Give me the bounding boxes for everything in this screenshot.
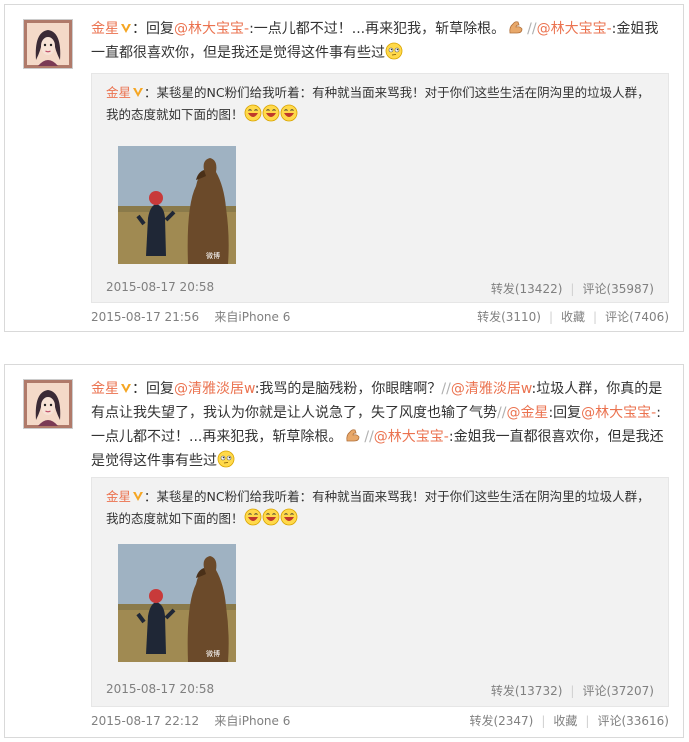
flexed-arm-emoji-icon: [346, 429, 360, 442]
repost-separator: //: [364, 429, 374, 445]
comment-link[interactable]: 评论(33616): [597, 714, 669, 728]
mention-link[interactable]: @林大宝宝-: [174, 21, 249, 37]
divider: |: [548, 310, 554, 324]
avatar-portrait-icon: [24, 380, 72, 428]
quoted-repost-link[interactable]: 转发(13422): [491, 282, 563, 296]
favorite-link[interactable]: 收藏: [561, 310, 585, 324]
repost-separator: //: [441, 381, 451, 397]
thinking-face-emoji-icon: [217, 450, 235, 468]
post-text-segment: :我骂的是脑残粉，你眼瞎啊？: [254, 381, 442, 397]
thinking-face-emoji-icon: [385, 42, 403, 60]
quoted-comment-link[interactable]: 评论(35987): [582, 282, 654, 296]
laughing-face-emoji-icon: [280, 508, 297, 526]
laughing-emoji-group: [244, 508, 298, 526]
quoted-comment-link[interactable]: 评论(37207): [582, 684, 654, 698]
avatar-portrait-icon: [24, 20, 72, 68]
laughing-emoji-group: [244, 104, 298, 122]
post-source[interactable]: 来自iPhone 6: [214, 310, 290, 324]
photo-watermark: 微博: [206, 649, 220, 658]
laughing-face-emoji-icon: [280, 104, 297, 122]
post-text: 金星 ：回复@清雅淡居w:我骂的是脑残粉，你眼瞎啊？//@清雅淡居w:垃圾人群，你…: [91, 377, 669, 473]
mention-link[interactable]: @林大宝宝-: [581, 405, 656, 421]
verified-v-icon: [121, 24, 131, 33]
avatar[interactable]: [23, 19, 73, 69]
post-actions: 转发(3110) | 收藏 | 评论(7406): [477, 308, 669, 325]
weibo-post-2: 金星 ：回复@清雅淡居w:我骂的是脑残粉，你眼瞎啊？//@清雅淡居w:垃圾人群，你…: [4, 364, 684, 738]
mention-link[interactable]: @林大宝宝-: [537, 21, 612, 37]
flexed-arm-emoji-icon: [509, 21, 523, 34]
quoted-post: 金星 ：某毯星的NC粉们给我听着：有种就当面来骂我！对于你们这些生活在阴沟里的垃圾…: [91, 477, 669, 707]
repost-separator: //: [527, 21, 537, 37]
favorite-link[interactable]: 收藏: [553, 714, 577, 728]
verified-v-icon: [133, 492, 144, 501]
avatar[interactable]: [23, 379, 73, 429]
divider: |: [585, 714, 590, 728]
quoted-text: ：某毯星的NC粉们给我听着：有种就当面来骂我！对于你们这些生活在阴沟里的垃圾人群…: [106, 489, 650, 526]
mention-link[interactable]: @林大宝宝-: [374, 429, 449, 445]
post-meta: 2015-08-17 21:56 来自iPhone 6: [91, 308, 290, 325]
post-time[interactable]: 2015-08-17 22:12: [91, 714, 199, 728]
laughing-face-emoji-icon: [244, 508, 261, 526]
laughing-face-emoji-icon: [262, 104, 279, 122]
quoted-author-name[interactable]: 金星: [106, 85, 131, 100]
post-actions: 转发(2347) | 收藏 | 评论(33616): [469, 712, 669, 729]
divider: |: [593, 310, 598, 324]
post-text: 金星 ：回复@林大宝宝-:一点儿都不过！...再来犯我，斩草除根。//@林大宝宝-…: [91, 17, 669, 65]
girl-and-camel-photo[interactable]: 微博: [118, 544, 236, 662]
photo-watermark: 微博: [206, 251, 220, 260]
author-name[interactable]: 金星: [91, 21, 119, 37]
divider: |: [570, 684, 575, 698]
divider: |: [570, 282, 575, 296]
quoted-post-actions: 转发(13422) | 评论(35987): [491, 280, 654, 297]
post-time[interactable]: 2015-08-17 21:56: [91, 310, 199, 324]
photo-image: 微博: [118, 544, 236, 662]
repost-link[interactable]: 转发(3110): [477, 310, 541, 324]
laughing-face-emoji-icon: [244, 104, 261, 122]
quoted-post-time[interactable]: 2015-08-17 20:58: [106, 682, 214, 696]
mention-link[interactable]: @清雅淡居w: [451, 381, 532, 397]
verified-v-icon: [121, 384, 131, 393]
quoted-post-actions: 转发(13732) | 评论(37207): [491, 682, 654, 699]
quoted-repost-link[interactable]: 转发(13732): [491, 684, 563, 698]
quoted-post-text: 金星 ：某毯星的NC粉们给我听着：有种就当面来骂我！对于你们这些生活在阴沟里的垃圾…: [106, 486, 656, 530]
girl-and-camel-photo[interactable]: 微博: [118, 146, 236, 264]
post-text-segment: :一点儿都不过！...再来犯我，斩草除根。: [249, 21, 506, 37]
divider: |: [541, 714, 546, 728]
photo-image: 微博: [118, 146, 236, 264]
weibo-post-1: 金星 ：回复@林大宝宝-:一点儿都不过！...再来犯我，斩草除根。//@林大宝宝-…: [4, 4, 684, 332]
mention-link[interactable]: @金星: [506, 405, 548, 421]
laughing-face-emoji-icon: [262, 508, 279, 526]
post-text-segment: ：回复: [132, 21, 174, 37]
verified-v-icon: [133, 88, 144, 97]
quoted-author-name[interactable]: 金星: [106, 489, 131, 504]
mention-link[interactable]: @清雅淡居w: [174, 381, 255, 397]
quoted-post-time[interactable]: 2015-08-17 20:58: [106, 280, 214, 294]
quoted-post-text: 金星 ：某毯星的NC粉们给我听着：有种就当面来骂我！对于你们这些生活在阴沟里的垃圾…: [106, 82, 656, 126]
comment-link[interactable]: 评论(7406): [605, 310, 669, 324]
post-meta: 2015-08-17 22:12 来自iPhone 6: [91, 712, 290, 729]
quoted-post: 金星 ：某毯星的NC粉们给我听着：有种就当面来骂我！对于你们这些生活在阴沟里的垃圾…: [91, 73, 669, 303]
repost-link[interactable]: 转发(2347): [469, 714, 533, 728]
author-name[interactable]: 金星: [91, 381, 119, 397]
post-text-segment: ：回复: [132, 381, 174, 397]
post-source[interactable]: 来自iPhone 6: [214, 714, 290, 728]
quoted-text: ：某毯星的NC粉们给我听着：有种就当面来骂我！对于你们这些生活在阴沟里的垃圾人群…: [106, 85, 650, 122]
post-text-segment: :回复: [548, 405, 582, 421]
